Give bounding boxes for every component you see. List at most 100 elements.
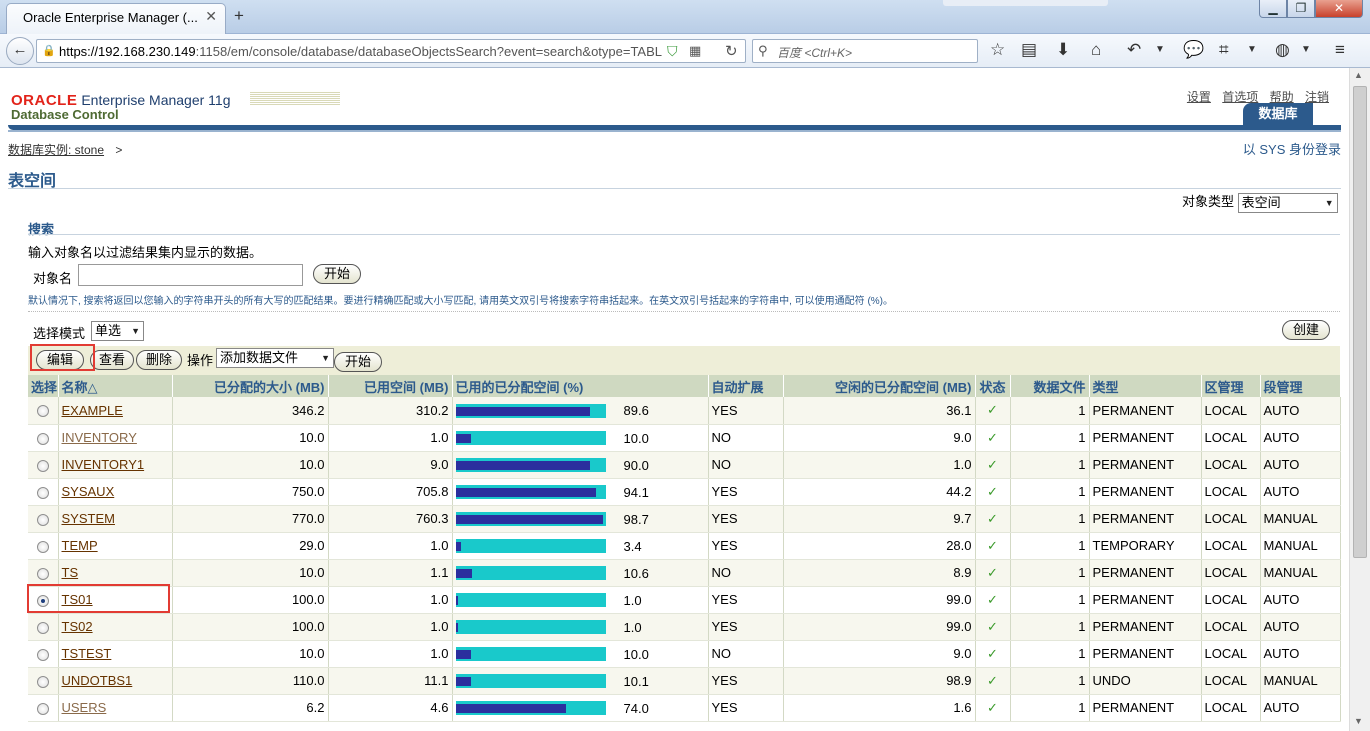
browser-nav-bar: ← 🔒 https://192.168.230.149:1158/em/cons…	[0, 34, 1370, 68]
url-path: :1158/em/console/database/databaseObject…	[195, 44, 663, 59]
menu-icon[interactable]: ≡	[1335, 39, 1345, 61]
chat-icon[interactable]: 💬	[1183, 39, 1204, 61]
tablespace-table: 选择 名称△ 已分配的大小 (MB) 已用空间 (MB) 已用的已分配空间 (%…	[28, 375, 1341, 722]
tablespace-name-link[interactable]: SYSAUX	[62, 484, 115, 499]
settings-link[interactable]: 设置	[1187, 90, 1211, 104]
reload-icon[interactable]: ↻	[725, 42, 738, 60]
scroll-up-arrow-icon[interactable]: ▲	[1354, 70, 1363, 80]
row-radio-button[interactable]	[36, 675, 49, 688]
logout-link[interactable]: 注销	[1305, 90, 1329, 104]
tablespace-name-link[interactable]: TEMP	[62, 538, 98, 553]
reading-list-icon[interactable]: ▤	[1021, 39, 1037, 61]
tablespace-name-link[interactable]: EXAMPLE	[62, 403, 123, 418]
status-ok-check-icon: ✓	[987, 591, 998, 607]
close-tab-icon[interactable]: ✕	[205, 8, 217, 25]
row-radio-button[interactable]	[36, 513, 49, 526]
autoextend-cell: NO	[708, 640, 784, 668]
tablespace-name-link[interactable]: TS02	[62, 619, 93, 634]
col-header-allocated: 已分配的大小 (MB)	[172, 375, 329, 397]
undo-icon[interactable]: ↶	[1127, 39, 1141, 61]
scrollbar-thumb[interactable]	[1353, 86, 1367, 558]
tablespace-name-link[interactable]: TSTEST	[62, 646, 112, 661]
download-icon[interactable]: ⬇	[1056, 39, 1070, 61]
breadcrumb-instance-link[interactable]: 数据库实例: stone	[8, 143, 104, 157]
help-link[interactable]: 帮助	[1270, 90, 1294, 104]
vertical-scrollbar[interactable]: ▲ ▼	[1349, 68, 1370, 731]
browser-tab-bar: Oracle Enterprise Manager (... ✕ + ▁ ❐ ✕	[0, 0, 1370, 34]
globe-icon[interactable]: ◍	[1275, 39, 1290, 61]
action-select[interactable]: 添加数据文件 ▼	[216, 348, 334, 368]
used-space-cell: 1.0	[328, 424, 453, 452]
view-button[interactable]: 查看	[90, 350, 134, 370]
object-name-input[interactable]	[78, 264, 303, 286]
used-space-cell: 760.3	[328, 505, 453, 533]
breadcrumb: 数据库实例: stone >	[8, 141, 122, 158]
name-cell: TS	[58, 559, 173, 587]
chevron-down-icon[interactable]: ▼	[1301, 39, 1311, 61]
used-space-cell: 1.0	[328, 532, 453, 560]
selection-mode-select[interactable]: 单选 ▼	[91, 321, 144, 341]
col-header-name[interactable]: 名称△	[58, 375, 173, 397]
chevron-down-icon[interactable]: ▼	[1247, 39, 1257, 61]
url-host: https://192.168.230.149	[59, 44, 196, 59]
row-radio-button[interactable]	[36, 648, 49, 661]
row-radio-button[interactable]	[36, 621, 49, 634]
close-window-button[interactable]: ✕	[1315, 0, 1363, 18]
usage-gauge	[455, 458, 606, 473]
action-go-button[interactable]: 开始	[334, 352, 382, 372]
used-pct-value: 1.0	[623, 619, 642, 635]
search-go-button[interactable]: 开始	[313, 264, 361, 284]
bookmark-star-icon[interactable]: ☆	[990, 39, 1005, 61]
qr-code-icon[interactable]: ▦	[689, 43, 701, 59]
table-row: INVENTORY 10.0 1.0 10.0 NO 9.0 ✓ 1 PERMANENT LOCA…	[28, 424, 1341, 452]
crop-icon[interactable]: ⌗	[1219, 39, 1229, 61]
scroll-down-arrow-icon[interactable]: ▼	[1354, 716, 1363, 726]
object-type-select[interactable]: 表空间 ▼	[1237, 192, 1338, 213]
url-bar[interactable]: 🔒 https://192.168.230.149:1158/em/consol…	[36, 39, 746, 63]
title-bar-area	[943, 0, 1108, 6]
row-radio-button[interactable]	[36, 432, 49, 445]
status-cell: ✓	[975, 667, 1011, 695]
row-radio-button[interactable]	[36, 486, 49, 499]
search-description: 输入对象名以过滤结果集内显示的数据。	[28, 245, 263, 260]
url-text: https://192.168.230.149:1158/em/console/…	[59, 44, 662, 59]
tablespace-name-link[interactable]: TS	[62, 565, 79, 580]
datafiles-cell: 1	[1010, 640, 1090, 668]
browser-tab[interactable]: Oracle Enterprise Manager (... ✕	[6, 3, 226, 34]
create-button[interactable]: 创建	[1282, 320, 1330, 340]
allocated-size-cell: 750.0	[172, 478, 329, 506]
row-radio-button[interactable]	[36, 540, 49, 553]
used-space-cell: 1.0	[328, 613, 453, 641]
tablespace-name-link[interactable]: INVENTORY	[62, 430, 137, 445]
database-tab[interactable]: 数据库	[1243, 103, 1313, 125]
tablespace-name-link[interactable]: USERS	[62, 700, 107, 715]
status-cell: ✓	[975, 478, 1011, 506]
browser-search-field[interactable]: ⚲ 百度 <Ctrl+K>	[752, 39, 978, 63]
shield-icon[interactable]: ⛉	[667, 43, 678, 60]
minimize-window-button[interactable]: ▁	[1259, 0, 1287, 18]
table-row: TS01 100.0 1.0 1.0 YES 99.0 ✓ 1 PERMANENT LOCAL AU…	[28, 586, 1341, 614]
row-radio-button[interactable]	[36, 459, 49, 472]
maximize-window-button[interactable]: ❐	[1287, 0, 1315, 18]
login-as-text: 以 SYS 身份登录	[1242, 142, 1341, 157]
name-cell: INVENTORY1	[58, 451, 173, 479]
edit-button-highlight	[30, 344, 95, 371]
used-pct-cell: 89.6	[452, 397, 709, 425]
chevron-down-icon[interactable]: ▼	[1155, 39, 1165, 61]
tablespace-name-link[interactable]: SYSTEM	[62, 511, 115, 526]
row-radio-button[interactable]	[36, 702, 49, 715]
extent-mgmt-cell: LOCAL	[1201, 451, 1261, 479]
row-radio-button[interactable]	[36, 567, 49, 580]
tablespace-name-link[interactable]: UNDOTBS1	[62, 673, 133, 688]
home-icon[interactable]: ⌂	[1091, 39, 1101, 61]
select-cell	[28, 505, 59, 533]
type-cell: PERMANENT	[1089, 478, 1202, 506]
name-cell: SYSTEM	[58, 505, 173, 533]
new-tab-icon[interactable]: +	[234, 6, 244, 26]
delete-button[interactable]: 删除	[136, 350, 182, 370]
tablespace-name-link[interactable]: INVENTORY1	[62, 457, 145, 472]
action-select-value: 添加数据文件	[220, 350, 299, 365]
preferences-link[interactable]: 首选项	[1222, 90, 1258, 104]
row-radio-button[interactable]	[36, 405, 49, 418]
back-arrow-icon[interactable]: ←	[6, 37, 34, 65]
